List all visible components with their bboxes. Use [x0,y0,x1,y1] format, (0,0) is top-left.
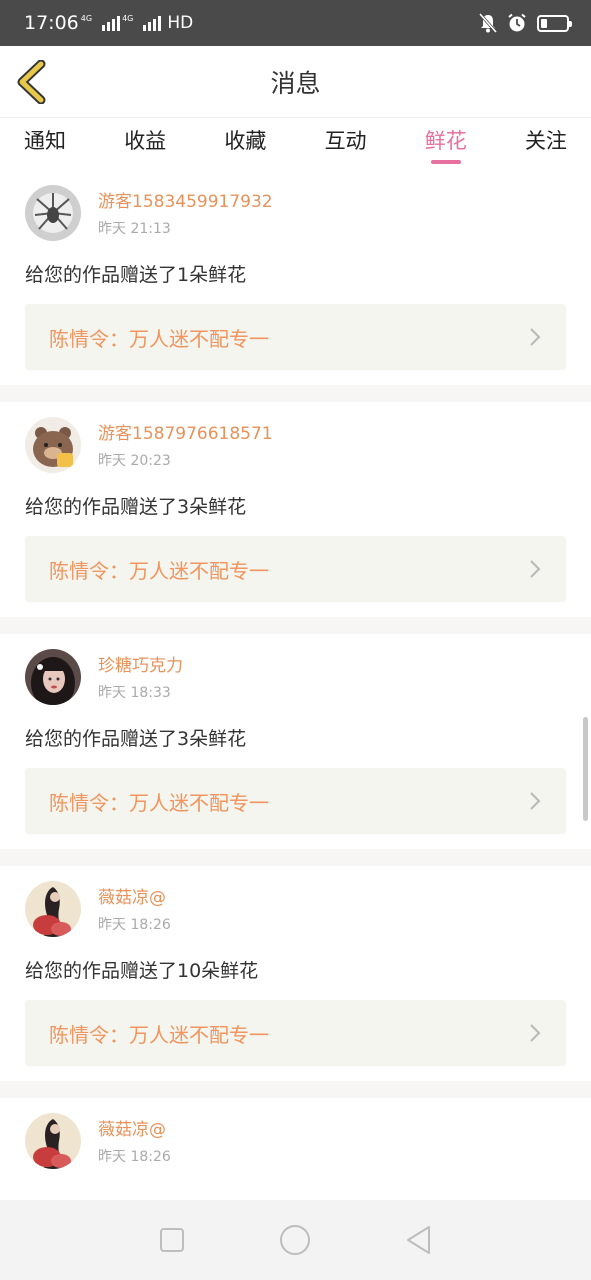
nav-back-button[interactable] [399,1220,439,1260]
tab-follows[interactable]: 关注 [525,118,567,170]
signal-icon-2 [143,15,162,31]
tab-interactions[interactable]: 互动 [325,118,367,170]
avatar[interactable] [25,416,81,473]
work-link[interactable]: 陈情令：万人迷不配专一 [25,1000,566,1066]
system-nav-bar [0,1200,591,1280]
network-type-1: 4G [80,14,93,23]
message-text: 给您的作品赠送了1朵鲜花 [25,264,247,286]
username[interactable]: 游客1583459917932 [98,187,273,212]
avatar[interactable] [25,1112,81,1169]
tab-bar: 通知 收益 收藏 互动 鲜花 关注 [0,118,591,170]
scrollbar[interactable] [583,717,588,821]
avatar[interactable] [25,648,81,705]
username[interactable]: 薇菇凉@ [98,883,171,908]
timestamp: 昨天 18:26 [98,1149,171,1165]
notification-card: 薇菇凉@ 昨天 18:26 给您的作品赠送了10朵鲜花 陈情令：万人迷不配专一 [0,866,591,1081]
notification-card: 薇菇凉@ 昨天 18:26 [0,1098,591,1200]
chevron-right-icon [530,560,541,578]
notification-card: 游客1583459917932 昨天 21:13 给您的作品赠送了1朵鲜花 陈情… [0,170,591,385]
flower-notification-list: 游客1583459917932 昨天 21:13 给您的作品赠送了1朵鲜花 陈情… [0,170,591,1200]
back-button[interactable] [14,59,48,105]
tab-earnings[interactable]: 收益 [124,118,166,170]
avatar[interactable] [25,184,81,241]
tab-flowers[interactable]: 鲜花 [425,118,467,170]
notification-card: 游客1587976618571 昨天 20:23 给您的作品赠送了3朵鲜花 陈情… [0,402,591,617]
username[interactable]: 珍糖巧克力 [98,651,183,676]
chevron-right-icon [530,328,541,346]
work-link[interactable]: 陈情令：万人迷不配专一 [25,304,566,370]
back-triangle-icon [407,1226,431,1254]
work-link[interactable]: 陈情令：万人迷不配专一 [25,536,566,602]
header: 消息 [0,46,591,118]
work-title: 陈情令：万人迷不配专一 [49,1022,269,1047]
timestamp: 昨天 18:33 [98,685,171,701]
hd-label: HD [167,13,194,33]
home-icon [280,1225,311,1255]
signal-icon [102,15,121,31]
chevron-left-icon [17,59,46,105]
mute-icon [479,13,497,33]
status-time: 17:06 [24,12,79,34]
work-title: 陈情令：万人迷不配专一 [49,326,269,351]
tab-favorites[interactable]: 收藏 [224,118,266,170]
work-title: 陈情令：万人迷不配专一 [49,790,269,815]
chevron-right-icon [530,1024,541,1042]
recent-apps-button[interactable] [152,1220,192,1260]
chevron-right-icon [530,792,541,810]
timestamp: 昨天 21:13 [98,221,171,237]
recent-apps-icon [159,1228,184,1252]
home-button[interactable] [275,1220,315,1260]
timestamp: 昨天 20:23 [98,453,171,469]
battery-icon [537,14,572,32]
tab-notifications[interactable]: 通知 [24,118,66,170]
work-title: 陈情令：万人迷不配专一 [49,558,269,583]
message-text: 给您的作品赠送了3朵鲜花 [25,728,247,750]
username[interactable]: 游客1587976618571 [98,419,273,444]
message-text: 给您的作品赠送了10朵鲜花 [25,960,259,982]
page-title: 消息 [270,68,321,98]
notification-card: 珍糖巧克力 昨天 18:33 给您的作品赠送了3朵鲜花 陈情令：万人迷不配专一 [0,634,591,849]
alarm-icon [508,13,526,32]
network-type-2: 4G [122,14,134,23]
username[interactable]: 薇菇凉@ [98,1115,171,1140]
status-bar: 17:06 4G 4G HD [0,0,591,46]
avatar[interactable] [25,880,81,937]
message-text: 给您的作品赠送了3朵鲜花 [25,496,247,518]
timestamp: 昨天 18:26 [98,917,171,933]
work-link[interactable]: 陈情令：万人迷不配专一 [25,768,566,834]
